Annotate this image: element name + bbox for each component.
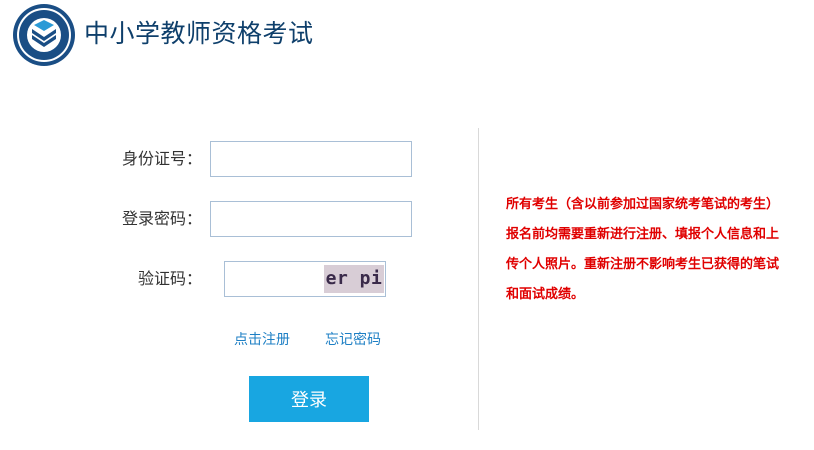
login-button[interactable]: 登录 <box>249 376 369 422</box>
id-number-label: 身份证号： <box>121 149 202 168</box>
password-input[interactable] <box>210 201 412 237</box>
captcha-image-text: er pi <box>325 268 383 289</box>
registration-notice: 所有考生（含以前参加过国家统考笔试的考生）报名前均需要重新进行注册、填报个人信息… <box>506 197 780 302</box>
password-label: 登录密码： <box>121 209 202 228</box>
site-title: 中小学教师资格考试 <box>84 19 314 48</box>
captcha-label: 验证码： <box>137 269 202 288</box>
badge-logo-icon <box>13 4 75 66</box>
register-link[interactable]: 点击注册 <box>234 331 290 349</box>
id-number-input[interactable] <box>210 141 412 177</box>
vertical-divider <box>478 128 479 430</box>
captcha-image[interactable]: er pi <box>324 265 384 293</box>
forgot-password-link[interactable]: 忘记密码 <box>325 331 381 349</box>
header: 中小学教师资格考试 <box>0 0 814 70</box>
